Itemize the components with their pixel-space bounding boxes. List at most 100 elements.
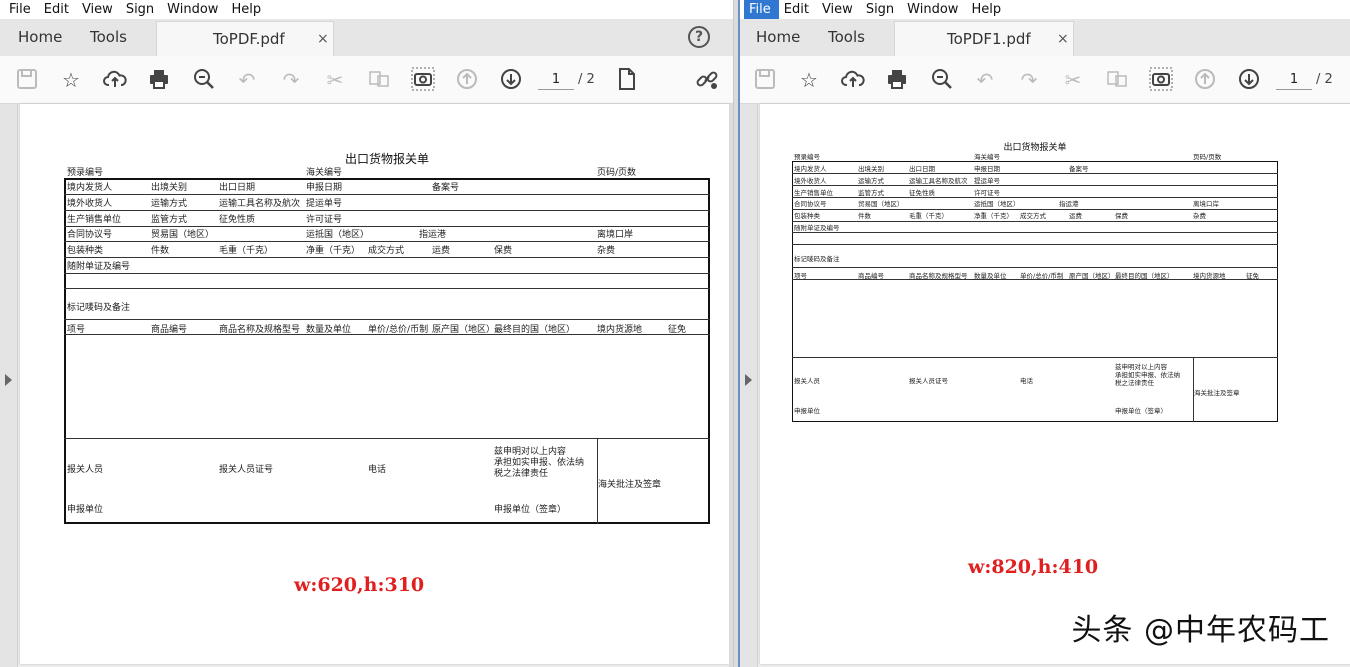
help-icon[interactable]: ? [688, 26, 710, 48]
undo-icon[interactable]: ↶ [972, 67, 998, 93]
menu-edit[interactable]: Edit [779, 0, 817, 19]
page-up-icon[interactable] [454, 67, 480, 93]
dimension-note: w:820,h:410 [968, 556, 1099, 578]
page-down-icon[interactable] [498, 67, 524, 93]
menu-window[interactable]: Window [902, 0, 966, 19]
customs-approval-label: 海关批注及签章 [1194, 389, 1240, 397]
form-row-line [792, 221, 1278, 222]
r4-cell-1: 贸易国（地区） [151, 230, 215, 240]
redo-icon[interactable]: ↷ [278, 67, 304, 93]
text-select-icon[interactable] [366, 67, 392, 93]
right-reader-window: File Edit View Sign Window Help Home Too… [738, 0, 1350, 667]
r4-cell-0: 合同协议号 [794, 200, 827, 208]
tools-tab[interactable]: Tools [828, 19, 865, 56]
page-number-input[interactable]: 1 [538, 70, 574, 90]
menu-file[interactable]: File [744, 0, 779, 19]
r5-cell-4: 成交方式 [368, 246, 405, 256]
snapshot-camera-icon[interactable] [1148, 67, 1174, 93]
page-total: / 2 [578, 72, 595, 87]
r5-cell-0: 包装种类 [67, 246, 104, 256]
menu-window[interactable]: Window [162, 0, 226, 19]
r5-cell-5: 运费 [432, 246, 451, 256]
r1-cell-3: 申报日期 [974, 165, 1000, 173]
bookmark-star-icon[interactable]: ☆ [58, 67, 84, 93]
page-count: 页码/页数 [597, 168, 637, 178]
form-row-line [792, 185, 1278, 186]
share-link-icon[interactable] [694, 67, 720, 93]
page-total: / 2 [1316, 72, 1333, 87]
close-tab-icon[interactable]: × [1057, 22, 1069, 56]
menu-help[interactable]: Help [966, 0, 1009, 19]
upload-cloud-icon[interactable] [840, 67, 866, 93]
left-reader-window: File Edit View Sign Window Help Home Too… [0, 0, 734, 667]
save-icon[interactable] [14, 67, 40, 93]
upload-cloud-icon[interactable] [102, 67, 128, 93]
r4-cell-2: 运抵国（地区） [306, 230, 370, 240]
scissors-icon[interactable]: ✂ [1060, 67, 1086, 93]
r1-cell-2: 出口日期 [909, 165, 935, 173]
toolbar: ☆ ↶ ↷ ✂ 1 / 2 [0, 56, 733, 104]
declarer-cert-label: 报关人员证号 [909, 377, 948, 385]
customs-number: 海关编号 [974, 153, 1000, 161]
side-panel-toggle[interactable] [0, 104, 18, 667]
text-select-icon[interactable] [1104, 67, 1130, 93]
page-number-input[interactable]: 1 [1276, 70, 1312, 90]
menu-view[interactable]: View [77, 0, 121, 19]
r5-cell-1: 件数 [151, 246, 170, 256]
form-row-line [64, 210, 710, 211]
menu-help[interactable]: Help [226, 0, 269, 19]
pdf-page: 出口货物报关单 预录编号 海关编号 页码/页数 境内发货人 出境关别 出口日期 申报日期 备案号… [20, 104, 730, 664]
r8-cell-5: 原产国（地区） [1069, 272, 1115, 280]
r8-cell-8: 征免 [1246, 272, 1259, 280]
menu-view[interactable]: View [817, 0, 861, 19]
scissors-icon[interactable]: ✂ [322, 67, 348, 93]
page-down-icon[interactable] [1236, 67, 1262, 93]
r2-cell-0: 境外收货人 [67, 199, 113, 209]
r3-cell-1: 监管方式 [858, 189, 884, 197]
home-tab[interactable]: Home [756, 19, 800, 56]
r1-cell-4: 备案号 [432, 183, 460, 193]
dimension-note: w:620,h:310 [294, 574, 425, 596]
menu-bar: File Edit View Sign Window Help [740, 0, 1350, 19]
r4-cell-1: 贸易国（地区） [858, 200, 904, 208]
tab-bar: Home Tools ToPDF.pdf × ? [0, 19, 733, 56]
side-panel-toggle[interactable] [740, 104, 758, 667]
document-tab[interactable]: ToPDF1.pdf × [894, 21, 1074, 56]
undo-icon[interactable]: ↶ [234, 67, 260, 93]
customs-form: 出口货物报关单 预录编号 海关编号 页码/页数 境内发货人 出境关别 出口日期 申报日期 备案号… [792, 140, 1278, 422]
save-icon[interactable] [752, 67, 778, 93]
r8-cell-0: 项号 [67, 325, 86, 335]
r5-cell-4: 成交方式 [1020, 212, 1046, 220]
menu-edit[interactable]: Edit [39, 0, 77, 19]
page-up-icon[interactable] [1192, 67, 1218, 93]
r2-cell-1: 运输方式 [858, 177, 884, 185]
document-canvas[interactable]: 出口货物报关单 预录编号 海关编号 页码/页数 境内发货人 出境关别 出口日期 申报日期 备案号… [0, 104, 733, 667]
tools-tab[interactable]: Tools [90, 19, 127, 56]
r8-cell-4: 单价/总价/币制 [1020, 272, 1064, 280]
home-tab[interactable]: Home [18, 19, 62, 56]
r1-cell-4: 备案号 [1069, 165, 1089, 173]
close-tab-icon[interactable]: × [317, 22, 329, 56]
menu-sign[interactable]: Sign [121, 0, 162, 19]
r8-cell-0: 项号 [794, 272, 807, 280]
r5-cell-3: 净重（千克） [974, 212, 1013, 220]
form-row-line [792, 173, 1278, 174]
bookmark-star-icon[interactable]: ☆ [796, 67, 822, 93]
r5-cell-5: 运费 [1069, 212, 1082, 220]
menu-sign[interactable]: Sign [861, 0, 902, 19]
zoom-search-icon[interactable] [191, 67, 217, 93]
print-icon[interactable] [884, 67, 910, 93]
r3-cell-3: 许可证号 [974, 189, 1000, 197]
r8-cell-6: 最终目的国（地区） [1115, 272, 1174, 280]
document-icon[interactable] [614, 67, 640, 93]
document-canvas[interactable]: 出口货物报关单 预录编号 海关编号 页码/页数 境内发货人 出境关别 出口日期 申报日期 备案号… [740, 104, 1350, 667]
document-tab[interactable]: ToPDF.pdf × [156, 21, 334, 56]
print-icon[interactable] [146, 67, 172, 93]
document-tab-name: ToPDF1.pdf [947, 30, 1031, 48]
menu-file[interactable]: File [4, 0, 39, 19]
vertical-scrollbar[interactable] [729, 104, 733, 667]
snapshot-camera-icon[interactable] [410, 67, 436, 93]
r3-cell-3: 许可证号 [306, 215, 343, 225]
redo-icon[interactable]: ↷ [1016, 67, 1042, 93]
zoom-search-icon[interactable] [929, 67, 955, 93]
